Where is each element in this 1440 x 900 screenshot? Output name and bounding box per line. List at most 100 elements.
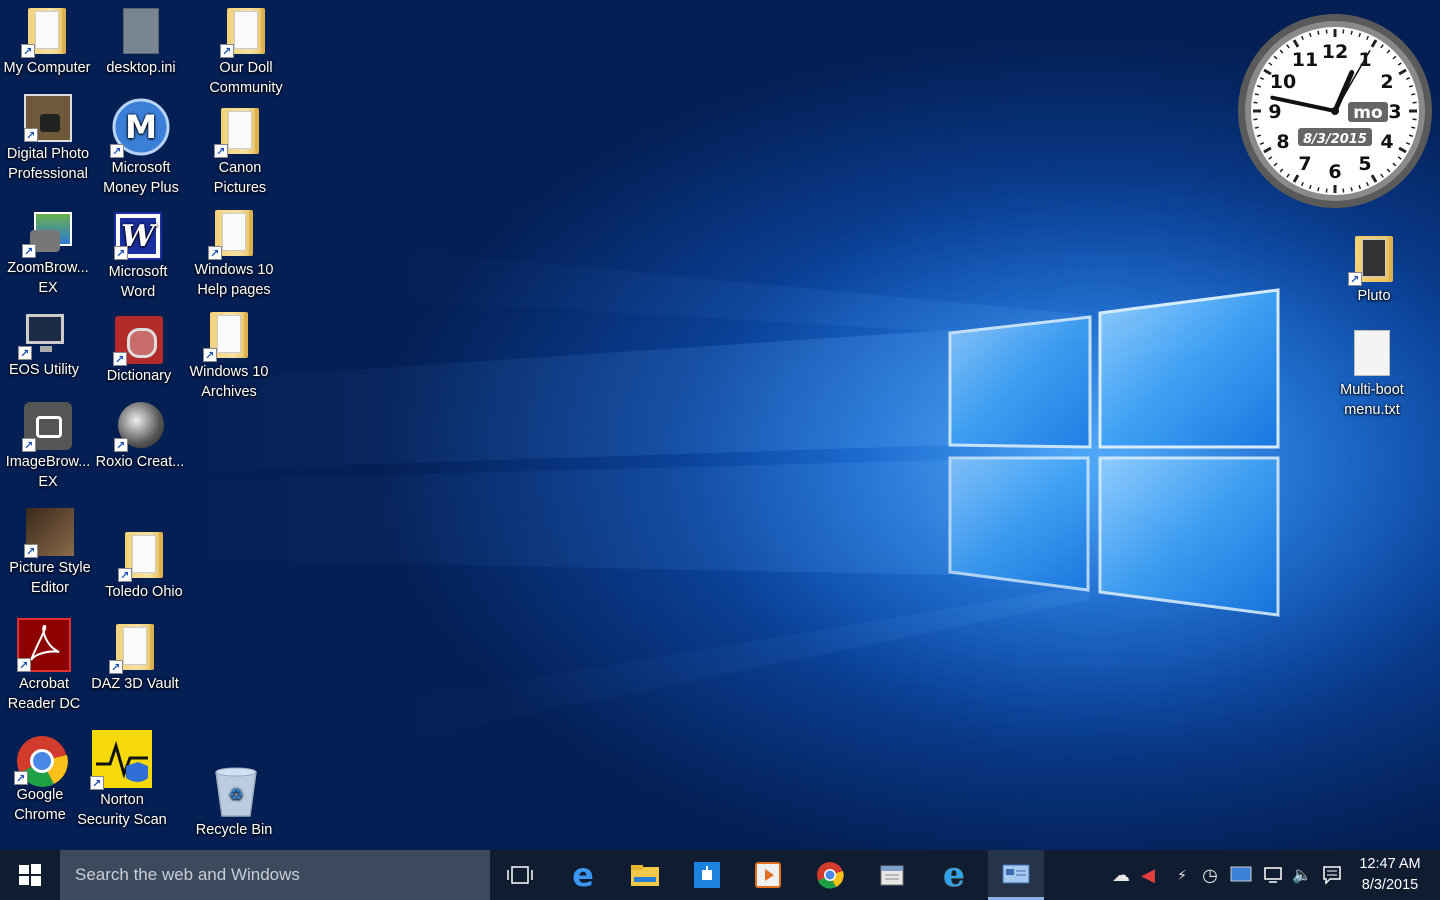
clock-date: 8/3/2015	[1303, 132, 1367, 147]
media-player-icon	[755, 862, 781, 888]
windows-logo-icon	[19, 864, 41, 886]
start-button[interactable]	[0, 850, 60, 900]
icon-label: Multi-boot menu.txt	[1340, 382, 1404, 418]
desktop-icon-desktop-ini[interactable]: desktop.ini	[95, 8, 187, 78]
icon-label: Microsoft Word	[108, 264, 168, 300]
clock-tray-icon[interactable]: ◷	[1198, 850, 1222, 900]
edge-button[interactable]: e	[555, 850, 611, 900]
clock-number: 3	[1388, 101, 1401, 123]
desktop-icon-eos-utility[interactable]: EOS Utility	[0, 310, 90, 380]
icon-label: My Computer	[3, 60, 91, 76]
store-icon	[694, 862, 720, 888]
internet-explorer-button[interactable]: e	[926, 850, 982, 900]
desktop-icon-picture-style-editor[interactable]: Picture Style Editor	[4, 508, 96, 598]
task-view-icon	[507, 866, 533, 884]
desktop-icon-toledo-ohio[interactable]: Toledo Ohio	[98, 532, 190, 602]
icon-label: ImageBrow... EX	[5, 454, 91, 490]
clock-number: 4	[1380, 131, 1393, 153]
desktop-icon-microsoft-word[interactable]: W Microsoft Word	[92, 212, 184, 302]
icon-label: Acrobat Reader DC	[7, 676, 81, 712]
clock-number: 2	[1380, 71, 1393, 93]
desktop-icon-multi-boot-menu[interactable]: Multi-boot menu.txt	[1326, 330, 1418, 420]
svg-text:♻: ♻	[229, 787, 243, 804]
clock-tick	[1254, 126, 1259, 129]
icon-label: EOS Utility	[8, 362, 80, 378]
internet-explorer-icon: e	[943, 855, 965, 895]
taskbar: Search the web and Windows e e ☁ ◀ ⚡ ◷ 🔈…	[0, 850, 1440, 900]
media-player-button[interactable]	[740, 850, 796, 900]
task-view-button[interactable]	[492, 850, 548, 900]
icon-label: Windows 10 Help pages	[194, 262, 274, 298]
icon-label: Canon Pictures	[213, 160, 267, 196]
calendar-icon	[880, 865, 904, 886]
speaker-tray-icon[interactable]: 🔈	[1288, 850, 1316, 900]
clock-gadget[interactable]: 121234567891011 mo 8/3/2015	[1236, 12, 1434, 210]
folder-icon	[631, 865, 659, 886]
desktop-icon-pluto[interactable]: Pluto	[1328, 236, 1420, 306]
clock-tick	[1254, 93, 1259, 96]
icon-label: Digital Photo Professional	[6, 146, 90, 182]
clock-tick	[1317, 30, 1320, 35]
desktop-icon-acrobat-reader[interactable]: Acrobat Reader DC	[0, 618, 90, 714]
desktop-icon-canon-pictures[interactable]: Canon Pictures	[194, 108, 286, 198]
edge-icon: e	[572, 856, 594, 894]
icon-label: Windows 10 Archives	[189, 364, 269, 400]
clock-number: 8	[1276, 131, 1289, 153]
icon-label: DAZ 3D Vault	[91, 676, 179, 692]
file-explorer-button[interactable]	[617, 850, 673, 900]
clock-number: 9	[1268, 101, 1281, 123]
desktop-icon-windows-10-archives[interactable]: Windows 10 Archives	[183, 312, 275, 402]
icon-label: ZoomBrow... EX	[7, 260, 89, 296]
icon-label: Toledo Ohio	[105, 584, 183, 600]
icon-label: desktop.ini	[106, 60, 176, 76]
icon-label: Picture Style Editor	[9, 560, 91, 596]
store-button[interactable]	[679, 850, 735, 900]
desktop-icon-zoombrowser[interactable]: ZoomBrow... EX	[2, 208, 94, 298]
desktop-icon-our-doll-community[interactable]: Our Doll Community	[200, 8, 292, 98]
control-panel-icon	[1002, 864, 1030, 883]
taskbar-time: 12:47 AM	[1359, 856, 1421, 872]
desktop-icon-daz-3d-vault[interactable]: DAZ 3D Vault	[89, 624, 181, 694]
clock-tick	[1350, 30, 1353, 35]
desktop-icon-microsoft-money-plus[interactable]: M Microsoft Money Plus	[95, 98, 187, 198]
clock-tick	[1317, 187, 1320, 192]
desktop-icon-roxio-creator[interactable]: Roxio Creat...	[94, 402, 186, 472]
notification-icon	[1323, 866, 1341, 885]
icon-label: Dictionary	[106, 368, 172, 384]
desktop-icon-windows-10-help-pages[interactable]: Windows 10 Help pages	[188, 210, 280, 300]
icon-label: Our Doll Community	[209, 60, 283, 96]
icon-label: Google Chrome	[14, 787, 66, 823]
clock-number: 5	[1358, 153, 1371, 175]
desktop-icon-dictionary[interactable]: Dictionary	[93, 316, 185, 386]
control-panel-button[interactable]	[988, 850, 1044, 900]
search-box[interactable]: Search the web and Windows	[60, 850, 490, 900]
desktop-icon-digital-photo-professional[interactable]: Digital Photo Professional	[2, 94, 94, 184]
desktop-icon-recycle-bin[interactable]: ♻ Recycle Bin	[188, 764, 280, 840]
desktop-icon-google-chrome[interactable]: Google Chrome	[0, 735, 86, 825]
volume-mute-tray-icon[interactable]: ◀	[1136, 850, 1160, 900]
network-tray-icon[interactable]: ⚡	[1168, 850, 1196, 900]
clock-number: 7	[1298, 153, 1311, 175]
clock-number: 12	[1322, 41, 1348, 63]
action-monitor-tray-icon[interactable]	[1258, 850, 1286, 900]
icon-label: Roxio Creat...	[95, 454, 185, 470]
svg-text:M: M	[125, 108, 157, 146]
display-tray-icon[interactable]	[1228, 850, 1254, 900]
desktop-icon-norton-security-scan[interactable]: Norton Security Scan	[76, 730, 168, 830]
calendar-button[interactable]	[864, 850, 920, 900]
onedrive-tray-icon[interactable]: ☁	[1108, 850, 1134, 900]
notifications-tray-icon[interactable]	[1318, 850, 1346, 900]
taskbar-date: 8/3/2015	[1361, 877, 1419, 893]
chrome-button[interactable]	[802, 850, 858, 900]
icon-label: Pluto	[1357, 288, 1391, 304]
clock-number: 11	[1292, 49, 1318, 71]
clock-number: 10	[1270, 71, 1296, 93]
clock-tick	[1411, 93, 1416, 96]
icon-label: Norton Security Scan	[77, 792, 167, 828]
chrome-icon	[817, 862, 844, 889]
desktop[interactable]: My Computer Digital Photo Professional Z…	[0, 0, 1440, 850]
taskbar-clock[interactable]: 12:47 AM 8/3/2015	[1350, 854, 1430, 896]
desktop-icon-my-computer[interactable]: My Computer	[1, 8, 93, 78]
desktop-icon-imagebrowser[interactable]: ImageBrow... EX	[2, 402, 94, 492]
icon-label: Microsoft Money Plus	[103, 160, 179, 196]
